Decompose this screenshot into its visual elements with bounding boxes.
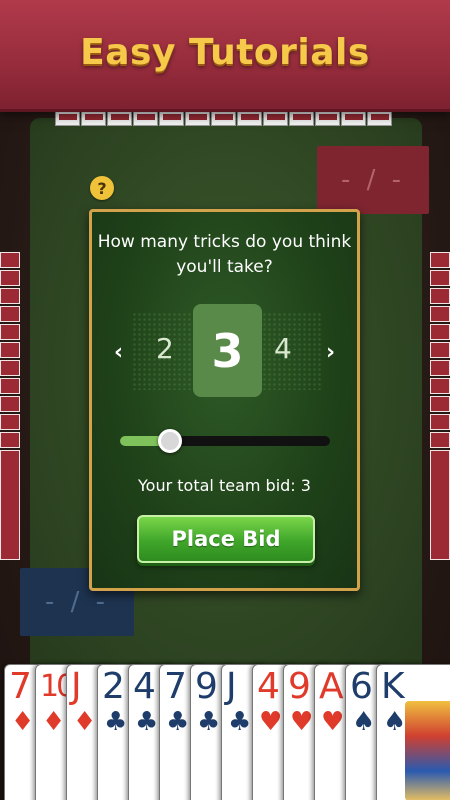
card-suit-icon: ♣: [197, 707, 221, 737]
card-back: [0, 324, 20, 340]
card-rank: J: [71, 666, 82, 707]
bid-dialog: How many tricks do you think you'll take…: [89, 209, 360, 591]
card-back: [0, 360, 20, 376]
king-face-art: [405, 701, 450, 800]
card-rank: 6: [350, 666, 373, 707]
game-screen: Easy Tutorials - / - - / - ? How many tr…: [0, 0, 450, 800]
card-rank: 4: [133, 666, 156, 707]
card-back: [430, 324, 450, 340]
card-rank: A: [319, 666, 344, 707]
card-suit-icon: ♣: [228, 707, 252, 737]
card-back: [0, 306, 20, 322]
card-back: [430, 432, 450, 448]
card-back: [430, 450, 450, 560]
card-back: [211, 112, 236, 126]
card-back: [81, 112, 106, 126]
next-bid-value[interactable]: 4: [274, 332, 292, 365]
card-rank: J: [226, 666, 237, 707]
card-rank: 7: [164, 666, 187, 707]
bid-slider-thumb[interactable]: [158, 429, 182, 453]
chevron-left-icon[interactable]: ‹: [114, 340, 123, 365]
card-back: [430, 396, 450, 412]
card-back: [0, 270, 20, 286]
card-back: [107, 112, 132, 126]
bid-slider[interactable]: [120, 429, 330, 453]
question-icon[interactable]: ?: [90, 176, 114, 200]
card-back: [0, 288, 20, 304]
card-back: [289, 112, 314, 126]
card-back: [430, 414, 450, 430]
bid-question: How many tricks do you think you'll take…: [97, 232, 352, 277]
card-suit-icon: ♥: [321, 707, 345, 737]
card-back: [430, 252, 450, 268]
card-back: [430, 360, 450, 376]
right-opponent-hand: [430, 252, 450, 562]
card-back: [0, 414, 20, 430]
card-back: [0, 252, 20, 268]
card-suit-icon: ♣: [166, 707, 190, 737]
card-back: [0, 342, 20, 358]
card-back: [0, 378, 20, 394]
team-bid-text: Your total team bid: 3: [138, 476, 311, 495]
card-back: [0, 432, 20, 448]
banner-title: Easy Tutorials: [80, 32, 370, 73]
card-suit-icon: ♣: [104, 707, 128, 737]
card-back: [430, 378, 450, 394]
card-suit-icon: ♥: [290, 707, 314, 737]
playing-card[interactable]: K ♠: [376, 664, 450, 800]
player-hand: 7 ♦ 10 ♦ J ♦ 2 ♣ 4 ♣ 7 ♣ 9 ♣ J ♣ 4 ♥ 9 ♥ A ♥ 6 ♠ K ♠: [0, 664, 450, 800]
top-opponent-hand: [55, 112, 395, 126]
previous-bid-value[interactable]: 2: [156, 332, 174, 365]
card-back: [0, 396, 20, 412]
left-opponent-hand: [0, 252, 20, 562]
card-rank: 2: [102, 666, 125, 707]
card-back: [367, 112, 392, 126]
card-suit-icon: ♠: [352, 707, 376, 737]
card-back: [341, 112, 366, 126]
current-bid-value: 3: [193, 304, 262, 397]
red-team-score: - / -: [317, 146, 429, 214]
chevron-right-icon[interactable]: ›: [326, 340, 335, 365]
card-suit-icon: ♣: [135, 707, 159, 737]
card-back: [237, 112, 262, 126]
card-rank: 4: [257, 666, 280, 707]
card-rank: 7: [9, 666, 32, 707]
card-back: [0, 450, 20, 560]
card-suit-icon: ♦: [42, 707, 66, 737]
card-rank: K: [381, 666, 405, 707]
card-back: [430, 342, 450, 358]
tutorial-banner: Easy Tutorials: [0, 0, 450, 112]
card-back: [185, 112, 210, 126]
card-suit-icon: ♥: [259, 707, 283, 737]
card-suit-icon: ♦: [73, 707, 97, 737]
card-suit-icon: ♦: [11, 707, 35, 737]
card-back: [133, 112, 158, 126]
card-back: [430, 270, 450, 286]
card-back: [430, 306, 450, 322]
card-suit-icon: ♠: [383, 707, 407, 737]
card-rank: 9: [288, 666, 311, 707]
card-back: [55, 112, 80, 126]
card-rank: 9: [195, 666, 218, 707]
card-back: [315, 112, 340, 126]
place-bid-button[interactable]: Place Bid: [137, 515, 315, 563]
card-back: [263, 112, 288, 126]
card-back: [159, 112, 184, 126]
card-back: [430, 288, 450, 304]
